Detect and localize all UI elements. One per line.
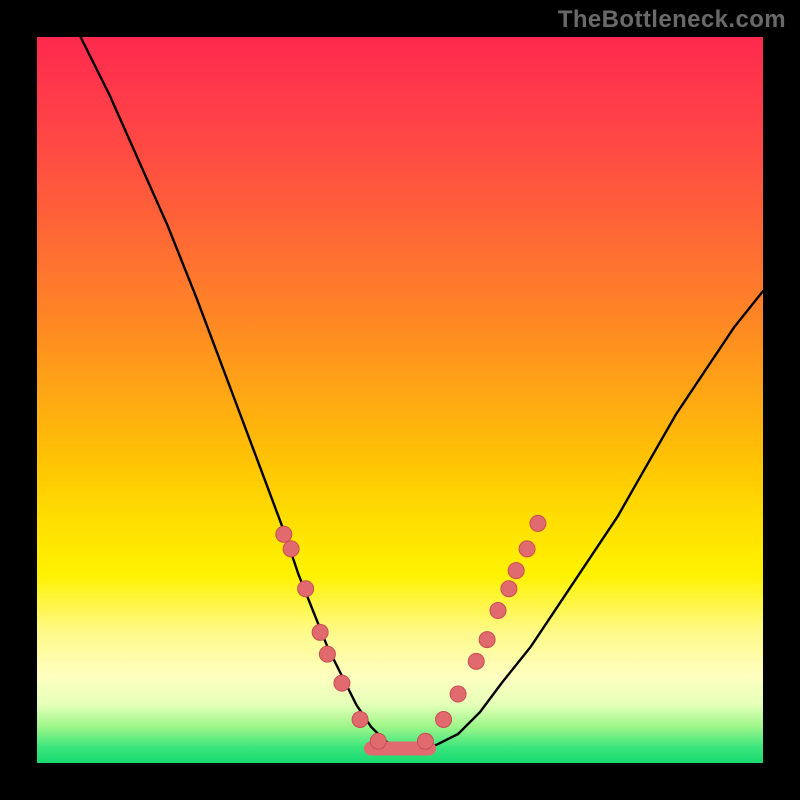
watermark-label: TheBottleneck.com: [558, 6, 786, 34]
data-marker: [436, 711, 452, 727]
data-markers: [276, 515, 546, 749]
data-marker: [468, 653, 484, 669]
data-marker: [479, 632, 495, 648]
data-marker: [319, 646, 335, 662]
data-marker: [417, 733, 433, 749]
data-marker: [519, 541, 535, 557]
data-marker: [283, 541, 299, 557]
data-marker: [312, 624, 328, 640]
data-marker: [334, 675, 350, 691]
bottleneck-curve: [81, 37, 763, 749]
chart-svg: [37, 37, 763, 763]
data-marker: [450, 686, 466, 702]
data-marker: [530, 515, 546, 531]
data-marker: [298, 581, 314, 597]
data-marker: [501, 581, 517, 597]
data-marker: [490, 603, 506, 619]
data-marker: [352, 711, 368, 727]
data-marker: [508, 563, 524, 579]
plot-area: [37, 37, 763, 763]
data-marker: [370, 733, 386, 749]
chart-frame: TheBottleneck.com: [0, 0, 800, 800]
data-marker: [276, 526, 292, 542]
